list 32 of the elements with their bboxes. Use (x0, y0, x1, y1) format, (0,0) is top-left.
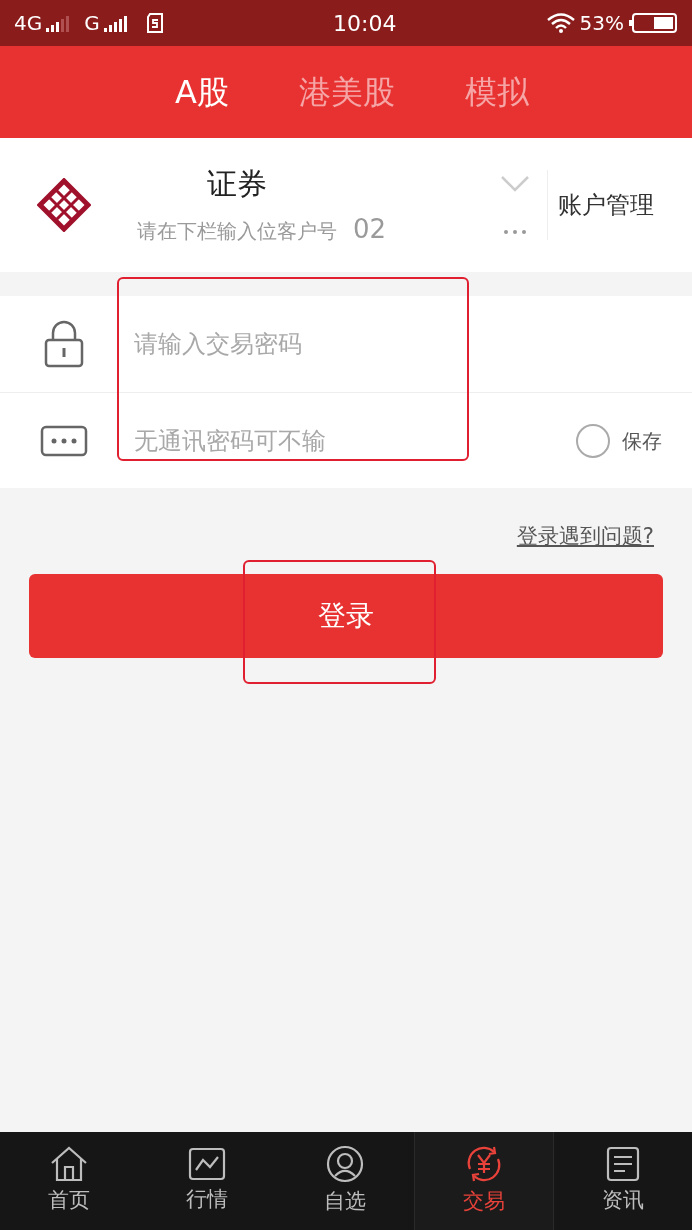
market-tab[interactable]: A股 (175, 68, 229, 116)
battery-icon (628, 12, 678, 34)
account-number: 02 (353, 213, 387, 246)
user-icon (325, 1144, 365, 1185)
sim-icon (145, 13, 164, 33)
home-icon (49, 1145, 89, 1184)
dots-field-icon (40, 424, 88, 457)
account-manage-button[interactable]: 账户管理 (548, 187, 692, 223)
wifi-icon (545, 12, 576, 34)
nav-tab[interactable]: 自选 (276, 1132, 414, 1230)
nav-tab[interactable]: 资讯 (554, 1132, 692, 1230)
battery-percent: 53% (579, 10, 624, 37)
save-label: 保存 (622, 427, 662, 455)
lock-icon (43, 320, 85, 368)
nav-tab[interactable]: 首页 (0, 1132, 138, 1230)
nav-tab[interactable]: 行情 (138, 1132, 276, 1230)
clock: 10:04 (332, 9, 398, 38)
comm-password-field[interactable]: 无通讯密码可不输 (128, 393, 576, 488)
network-label: 4G (14, 10, 43, 37)
save-radio[interactable] (576, 423, 610, 458)
signal-icon (103, 14, 130, 32)
broker-name: 证券 (206, 165, 268, 203)
login-help-link[interactable]: 登录遇到问题? (516, 521, 654, 553)
network-label: G (84, 10, 100, 37)
account-hint: 请在下栏输入位客户号 (137, 218, 337, 245)
chevron-down-icon (500, 175, 530, 193)
more-icon (503, 229, 527, 235)
line-chart-icon (187, 1146, 227, 1183)
password-field[interactable]: 请输入交易密码 (128, 296, 692, 392)
login-button[interactable]: 登录 (29, 573, 663, 658)
broker-logo (37, 178, 91, 232)
nav-tab[interactable]: 交易 (414, 1132, 554, 1230)
